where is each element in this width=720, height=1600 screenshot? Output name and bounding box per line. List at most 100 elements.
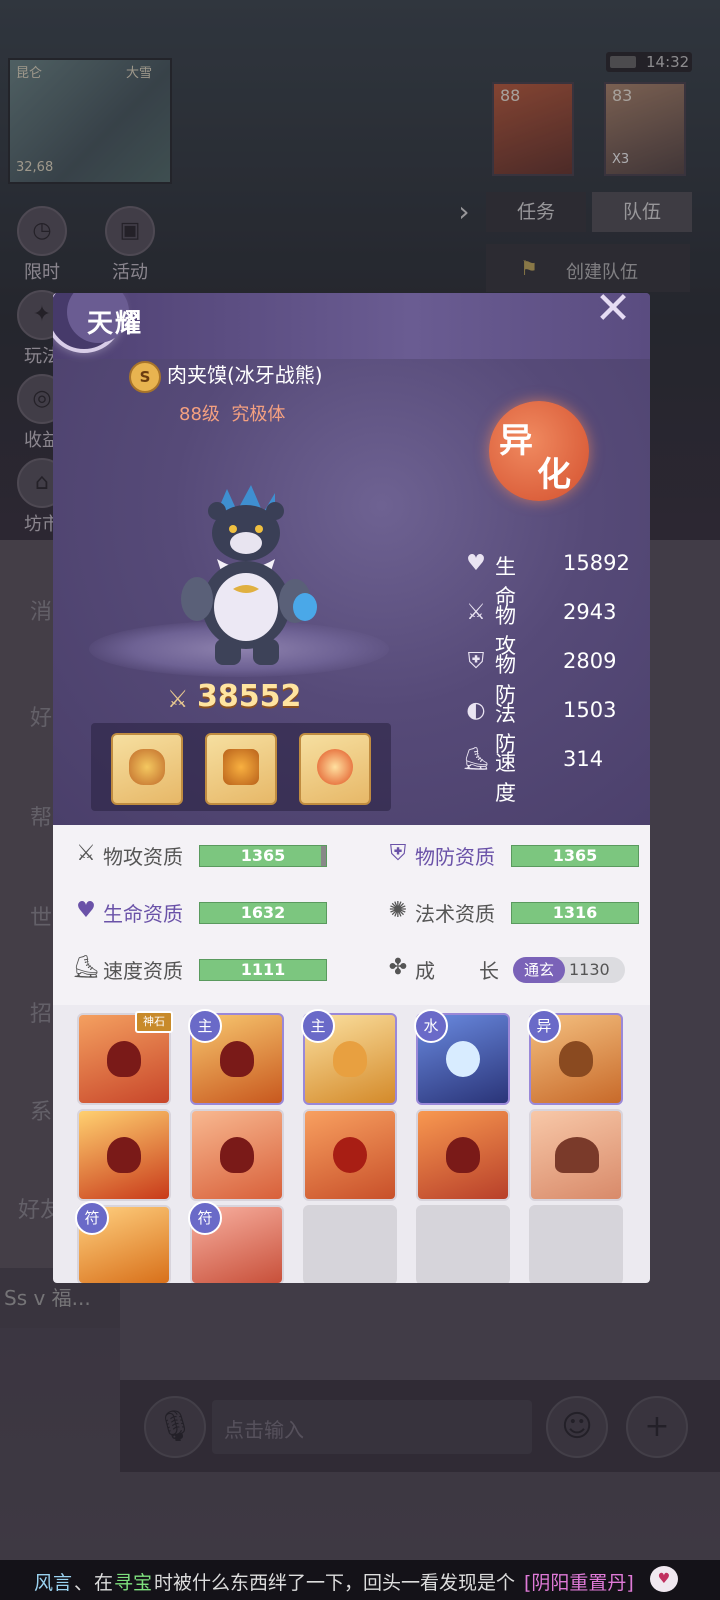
aptitude-bar: 1365 (511, 845, 639, 867)
equip-slot-necklace[interactable] (111, 733, 183, 805)
aptitude-label: 物防资质 (415, 845, 495, 869)
skill-slot-empty[interactable] (303, 1205, 397, 1283)
skill-slot-empty[interactable] (416, 1205, 510, 1283)
pet-level-line: 88级 究极体 (179, 400, 285, 426)
emoji-face-icon: ♥ (650, 1566, 678, 1592)
charm-icon (317, 749, 353, 785)
pet-showcase: 天耀 ✕ S 肉夹馍(冰牙战熊) 88级 究极体 异 化 (53, 293, 650, 825)
heart-icon: ♥ (76, 898, 96, 923)
aptitude-value: 1632 (240, 903, 286, 922)
skill-icon (107, 1041, 141, 1077)
skill-icon (107, 1137, 141, 1173)
skill-tag: 符 (188, 1201, 222, 1235)
aptitude-defense: ⛨ 物防资质 1365 (383, 839, 650, 873)
pet-bear-image (181, 485, 317, 665)
aptitude-value: 1111 (240, 960, 286, 979)
skill-icon (333, 1137, 367, 1173)
skills-grid: 神石 主 主 水 异 符 符 (53, 1005, 650, 1283)
necklace-icon (129, 749, 165, 785)
close-icon[interactable]: ✕ (589, 293, 637, 333)
skill-icon (220, 1041, 254, 1077)
aptitude-label: 法术资质 (415, 902, 495, 926)
aptitude-bar: 1365 (199, 845, 327, 867)
aptitude-bar: 1632 (199, 902, 327, 924)
boot-icon: ⛸ (72, 955, 100, 980)
skill-slot[interactable] (303, 1109, 397, 1201)
sword-icon: ⚔ (76, 841, 96, 866)
growth-value: 1130 (569, 960, 610, 979)
skill-slot[interactable]: 异 (527, 1009, 623, 1105)
ticker-part1: 在 (94, 1572, 114, 1594)
aptitude-label: 生命资质 (103, 902, 183, 926)
skill-tag: 主 (188, 1009, 222, 1043)
skill-slot[interactable] (529, 1109, 623, 1201)
ticker-part2: 时被什么东西绊了一下，回头一看发现是个 (154, 1572, 516, 1594)
growth-row: ✤ 成 长 (383, 953, 503, 987)
mutation-badge: 异 化 (489, 401, 589, 501)
power-sword-icon: ⚔ (167, 685, 189, 713)
stat-label: 速度 (495, 751, 516, 805)
aptitude-speed: ⛸ 速度资质 1111 (71, 953, 351, 987)
skill-tag: 水 (414, 1009, 448, 1043)
skill-slot[interactable]: 符 (188, 1201, 284, 1283)
equipment-row (91, 723, 391, 811)
aptitude-value: 1365 (240, 846, 286, 865)
pet-rarity-icon: S (129, 361, 161, 393)
equip-slot-charm[interactable] (299, 733, 371, 805)
aptitude-section: ⚔ 物攻资质 1365 ⛨ 物防资质 1365 ♥ 生命资质 1632 ✺ 法术… (53, 825, 650, 1005)
pet-detail-panel: 天耀 ✕ S 肉夹馍(冰牙战熊) 88级 究极体 异 化 (53, 293, 650, 1283)
magic-shield-icon: ◐ (466, 698, 486, 723)
shield-icon: ⛨ (389, 841, 407, 866)
stat-value: 314 (563, 747, 604, 771)
aptitude-label: 速度资质 (103, 959, 183, 983)
skill-icon (446, 1041, 480, 1077)
pet-name: 肉夹馍(冰牙战熊) (167, 363, 323, 387)
skill-icon (555, 1137, 599, 1173)
boot-icon: ⛸ (462, 747, 490, 772)
shield-icon: ⛨ (467, 649, 485, 674)
growth-tier: 通玄 (513, 957, 565, 983)
skill-icon (446, 1137, 480, 1173)
aptitude-bar: 1316 (511, 902, 639, 924)
pet-form: 究极体 (231, 404, 286, 425)
aptitude-bar: 1111 (199, 959, 327, 981)
aptitude-label: 物攻资质 (103, 845, 183, 869)
aptitude-attack: ⚔ 物攻资质 1365 (71, 839, 351, 873)
skill-slot[interactable]: 神石 (77, 1011, 173, 1105)
skill-slot[interactable]: 符 (75, 1201, 171, 1283)
armor-icon (223, 749, 259, 785)
aptitude-magic: ✺ 法术资质 1316 (383, 896, 650, 930)
badge-char-2: 化 (537, 455, 571, 495)
panel-title-overlay: 天耀 (87, 309, 144, 339)
skill-slot[interactable]: 主 (301, 1009, 397, 1105)
growth-label-b: 长 (479, 959, 499, 983)
stat-value: 2943 (563, 600, 617, 624)
skill-slot[interactable] (190, 1109, 284, 1201)
ticker-item[interactable]: [阴阳重置丹] (524, 1568, 634, 1595)
ticker-place[interactable]: 寻宝 (114, 1568, 152, 1595)
skill-slot-empty[interactable] (529, 1205, 623, 1283)
skill-tag: 异 (527, 1009, 561, 1043)
stat-value: 2809 (563, 649, 617, 673)
badge-char-1: 异 (499, 421, 533, 461)
swirl-icon: ✺ (388, 898, 408, 923)
aptitude-hp: ♥ 生命资质 1632 (71, 896, 351, 930)
equip-slot-armor[interactable] (205, 733, 277, 805)
skill-slot[interactable]: 水 (414, 1009, 510, 1105)
skill-tag: 主 (301, 1009, 335, 1043)
sword-icon: ⚔ (466, 600, 486, 625)
skill-slot[interactable] (77, 1109, 171, 1201)
ticker-sep: 、 (74, 1572, 94, 1594)
skill-slot[interactable]: 主 (188, 1009, 284, 1105)
pet-level: 88级 (179, 404, 220, 425)
growth-label-a: 成 (415, 959, 435, 983)
skill-icon (333, 1041, 367, 1077)
skill-tag: 符 (75, 1201, 109, 1235)
combat-power: 38552 (197, 679, 302, 714)
growth-badge[interactable]: 通玄 1130 (513, 957, 625, 983)
skill-icon (559, 1041, 593, 1077)
ticker-name[interactable]: 风言 (34, 1568, 72, 1595)
skill-tag: 神石 (135, 1011, 173, 1033)
skill-slot[interactable] (416, 1109, 510, 1201)
paw-icon: ✤ (388, 955, 408, 980)
